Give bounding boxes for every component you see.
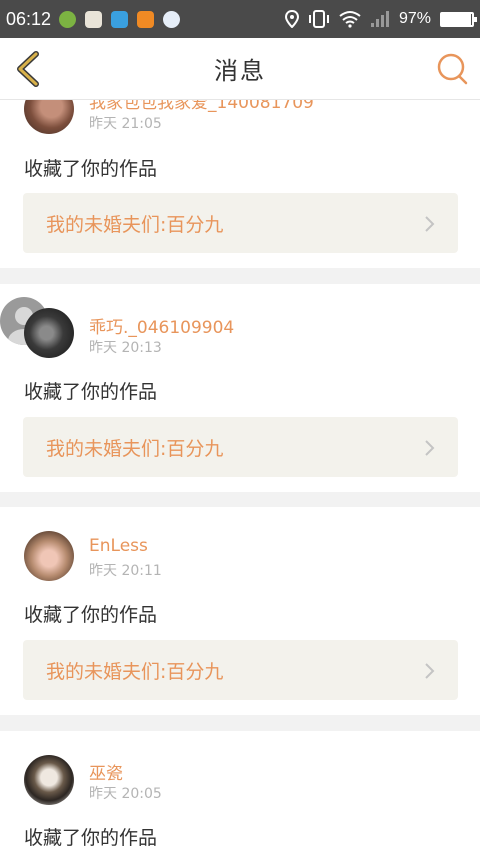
action-text: 收藏了你的作品: [24, 381, 158, 403]
action-text: 收藏了你的作品: [24, 158, 158, 180]
user-name[interactable]: 乖巧._046109904: [89, 313, 234, 338]
flower-app-icon: [85, 10, 103, 28]
user-name[interactable]: 巫瓷: [89, 759, 123, 784]
location-icon: [284, 10, 299, 28]
chat-app-icon: [163, 10, 181, 28]
vibrate-icon: [308, 10, 329, 28]
page-title: 消息: [214, 57, 266, 85]
message-card: 乖巧._046109904 昨天 20:13 收藏了你的作品 我的未婚夫们:百分…: [0, 284, 480, 492]
battery-fill: [442, 13, 472, 25]
user-avatar[interactable]: [24, 308, 74, 358]
message-card: 巫瓷 昨天 20:05 收藏了你的作品: [0, 731, 480, 854]
message-time: 昨天 21:05: [89, 116, 162, 132]
status-time: 06:12: [6, 8, 52, 29]
chevron-right-icon: [425, 663, 435, 679]
work-link[interactable]: 我的未婚夫们:百分九: [23, 193, 458, 253]
message-card: EnLess 昨天 20:11 收藏了你的作品 我的未婚夫们:百分九: [0, 507, 480, 715]
notification-icons: [59, 10, 181, 28]
message-time: 昨天 20:13: [89, 340, 162, 356]
nav-header: 消息: [0, 38, 480, 100]
user-name[interactable]: EnLess: [89, 536, 148, 556]
work-link[interactable]: 我的未婚夫们:百分九: [23, 417, 458, 477]
chevron-right-icon: [425, 440, 435, 456]
message-time: 昨天 20:05: [89, 786, 162, 802]
scan-app-icon: [111, 10, 129, 28]
work-title: 我的未婚夫们:百分九: [46, 437, 224, 460]
action-text: 收藏了你的作品: [24, 604, 158, 626]
game-app-icon: [59, 10, 77, 28]
chevron-right-icon: [425, 216, 435, 232]
work-link[interactable]: 我的未婚夫们:百分九: [23, 640, 458, 700]
message-time: 昨天 20:11: [89, 563, 162, 579]
orange-app-icon: [137, 10, 155, 28]
system-icons: 97%: [284, 10, 477, 28]
back-chevron-icon[interactable]: [12, 50, 48, 88]
wifi-icon: [339, 11, 361, 28]
work-title: 我的未婚夫们:百分九: [46, 660, 224, 683]
cellular-signal-icon: [370, 11, 389, 27]
work-title: 我的未婚夫们:百分九: [46, 213, 224, 236]
status-bar: 06:12 97%: [0, 0, 480, 38]
action-text: 收藏了你的作品: [24, 827, 158, 849]
battery-percent: 97%: [398, 10, 431, 27]
search-icon[interactable]: [436, 52, 468, 86]
battery-icon: [440, 11, 477, 27]
user-avatar[interactable]: [24, 755, 74, 805]
user-avatar[interactable]: [24, 531, 74, 581]
